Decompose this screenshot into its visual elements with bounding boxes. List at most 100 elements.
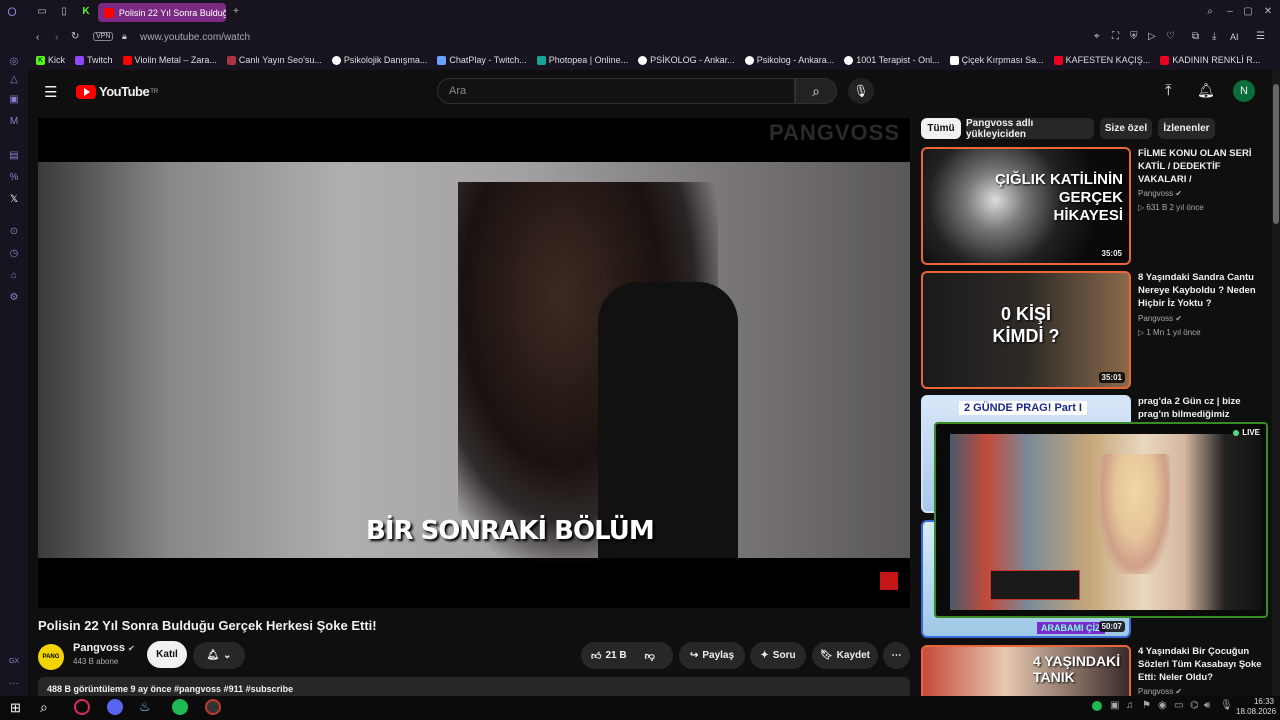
- search-button[interactable]: ⌕: [795, 78, 837, 104]
- tray-icon-1[interactable]: ▣: [1110, 700, 1119, 711]
- ask-button[interactable]: ✦ Soru: [750, 642, 806, 669]
- opera-gx-taskbar-icon[interactable]: [74, 699, 90, 715]
- back-icon[interactable]: ‹: [36, 32, 39, 43]
- dislike-icon[interactable]: 👎︎: [645, 650, 655, 662]
- clock[interactable]: 16:33 18.08.2026: [1236, 697, 1276, 717]
- pip-live-stream[interactable]: LIVE: [934, 422, 1268, 618]
- recommended-channel[interactable]: Pangvoss ✔: [1138, 314, 1182, 323]
- extensions-icon[interactable]: ⧉: [1192, 31, 1199, 42]
- pin-icon[interactable]: ⌖: [1094, 31, 1100, 42]
- twitch-sidebar-icon[interactable]: ▤: [8, 150, 20, 162]
- history-icon[interactable]: ◷: [8, 248, 20, 260]
- recommended-title[interactable]: 8 Yaşındaki Sandra Cantu Nereye Kayboldu…: [1138, 271, 1263, 310]
- download-icon[interactable]: ⤓: [1212, 31, 1216, 42]
- recommended-channel[interactable]: Pangvoss ✔: [1138, 189, 1182, 198]
- filter-watched[interactable]: İzlenenler: [1158, 118, 1215, 139]
- description-box[interactable]: 488 B görüntüleme 9 ay önce #pangvoss #9…: [38, 677, 910, 697]
- url-field[interactable]: www.youtube.com/watch: [140, 32, 250, 43]
- spotify-tray-icon[interactable]: [1092, 701, 1102, 711]
- tray-icon-2[interactable]: ⚑: [1142, 700, 1151, 711]
- new-tab-icon[interactable]: +: [230, 6, 242, 18]
- filter-all[interactable]: Tümü: [921, 118, 961, 139]
- player-icon[interactable]: ⊙: [8, 226, 20, 238]
- bookmark-photopea[interactable]: Photopea | Online...: [536, 55, 628, 65]
- more-icon[interactable]: …: [8, 676, 20, 688]
- save-button[interactable]: 🔖︎ Kaydet: [812, 642, 878, 669]
- pinboard-icon[interactable]: ⌂: [8, 270, 20, 282]
- minimize-icon[interactable]: –: [1224, 6, 1236, 18]
- m-icon[interactable]: M: [8, 116, 20, 128]
- messenger-icon[interactable]: ▣: [8, 94, 20, 106]
- spotify-taskbar-icon[interactable]: [172, 699, 188, 715]
- bookmark-chatplay[interactable]: ChatPlay - Twitch...: [437, 55, 527, 65]
- youtube-logo[interactable]: YouTube TR: [76, 84, 158, 99]
- scrollbar-thumb[interactable]: [1273, 84, 1279, 224]
- crypto-wallet-icon[interactable]: △: [8, 74, 20, 86]
- close-window-icon[interactable]: ✕: [1262, 6, 1274, 18]
- settings-icon[interactable]: ⚙: [8, 292, 20, 304]
- windows-start-icon[interactable]: ⊞: [10, 700, 21, 716]
- notification-bell-button[interactable]: 🔔︎ ⌄: [193, 642, 245, 669]
- steam-taskbar-icon[interactable]: ♨: [139, 699, 151, 715]
- bookmark-psikolojik[interactable]: Psikolojik Danışma...: [331, 55, 427, 65]
- bookmark-kadinin[interactable]: KADININ RENKLİ R...: [1160, 55, 1260, 65]
- bookmark-kafesten[interactable]: KAFESTEN KAÇIŞ...: [1053, 55, 1150, 65]
- avatar[interactable]: N: [1233, 80, 1255, 102]
- display-icon[interactable]: ▭: [1174, 700, 1183, 711]
- ai-button[interactable]: AI: [1230, 32, 1239, 42]
- share-button[interactable]: ↪ Paylaş: [679, 642, 745, 669]
- bookmark-kick[interactable]: K Kick: [36, 55, 65, 65]
- search-taskbar-icon[interactable]: ⌕: [40, 699, 48, 716]
- vpn-badge[interactable]: VPN: [93, 32, 114, 41]
- page-scrollbar[interactable]: [1272, 70, 1280, 696]
- like-icon[interactable]: 👍︎: [591, 650, 601, 662]
- opera-logo-icon[interactable]: O: [6, 6, 18, 18]
- percent-icon[interactable]: %: [8, 172, 20, 184]
- tab-icon-2[interactable]: ▯: [58, 6, 70, 18]
- snapshot-icon[interactable]: ⛶: [1112, 31, 1119, 42]
- notifications-icon[interactable]: 🔔︎: [1197, 82, 1215, 99]
- gx-icon[interactable]: GX: [8, 656, 20, 668]
- hamburger-icon[interactable]: ☰: [44, 83, 57, 101]
- more-actions-button[interactable]: ⋯: [883, 642, 910, 669]
- recommended-title[interactable]: prag'da 2 Gün cz | bize prag'ın bilmediğ…: [1138, 395, 1263, 421]
- shield-icon[interactable]: ⛨: [1130, 31, 1138, 42]
- channel-name[interactable]: Pangvoss ✔: [73, 642, 135, 654]
- recommended-channel[interactable]: Pangvoss ✔: [1138, 687, 1182, 696]
- kick-tab-icon[interactable]: K: [80, 6, 92, 18]
- headset-icon[interactable]: ♫: [1126, 700, 1134, 711]
- volume-icon[interactable]: 🔊︎: [1204, 700, 1210, 711]
- heart-icon[interactable]: ♡: [1166, 31, 1175, 42]
- voice-search-button[interactable]: 🎙︎: [848, 78, 874, 104]
- menu-icon[interactable]: ☰: [1256, 31, 1265, 42]
- play-icon[interactable]: ▷: [1148, 31, 1156, 42]
- recommended-thumbnail[interactable]: 0 KİŞİ KİMDİ ? 35:01: [921, 271, 1131, 389]
- active-tab[interactable]: Polisin 22 Yıl Sonra Bulduğ: [98, 3, 226, 22]
- bookmark-violin[interactable]: Violin Metal – Zara...: [122, 55, 217, 65]
- bookmark-seo[interactable]: Canlı Yayın Seo'su...: [226, 55, 322, 65]
- search-input[interactable]: Ara: [437, 78, 795, 104]
- mic-tray-icon[interactable]: 🎙︎: [1220, 700, 1233, 711]
- search-tabs-icon[interactable]: ⌕: [1204, 6, 1216, 18]
- obs-taskbar-icon[interactable]: [205, 699, 221, 715]
- reload-icon[interactable]: ↻: [71, 31, 79, 42]
- forward-icon[interactable]: ›: [55, 32, 58, 43]
- tab-icon-1[interactable]: ▭: [36, 6, 48, 18]
- filter-from-uploader[interactable]: Pangvoss adlı yükleyiciden: [966, 118, 1094, 140]
- video-player[interactable]: PANGVOSS BİR SONRAKİ BÖLÜM: [38, 118, 910, 608]
- bookmark-twitch[interactable]: Twitch: [75, 55, 113, 65]
- recommended-thumbnail[interactable]: ÇIĞLIK KATİLİNİN GERÇEK HİKAYESİ 35:05: [921, 147, 1131, 265]
- channel-avatar[interactable]: PANG: [38, 644, 64, 670]
- bookmark-cicek[interactable]: Çiçek Kırpması Sa...: [949, 55, 1044, 65]
- network-icon[interactable]: ⌬: [1190, 700, 1199, 711]
- bookmark-psikolog-1[interactable]: PSİKOLOG - Ankar...: [638, 55, 735, 65]
- recommended-title[interactable]: FİLME KONU OLAN SERİ KATİL / DEDEKTİF VA…: [1138, 147, 1263, 186]
- tray-icon-3[interactable]: ◉: [1158, 700, 1167, 711]
- join-button[interactable]: Katıl: [147, 641, 187, 668]
- maximize-icon[interactable]: ▢: [1242, 6, 1254, 18]
- filter-for-you[interactable]: Size özel: [1100, 118, 1152, 139]
- aria-icon[interactable]: ◎: [8, 56, 20, 68]
- discord-taskbar-icon[interactable]: [107, 699, 123, 715]
- bookmark-terapist[interactable]: 1001 Terapist - Onl...: [844, 55, 940, 65]
- bookmark-psikolog-2[interactable]: Psikolog - Ankara...: [744, 55, 834, 65]
